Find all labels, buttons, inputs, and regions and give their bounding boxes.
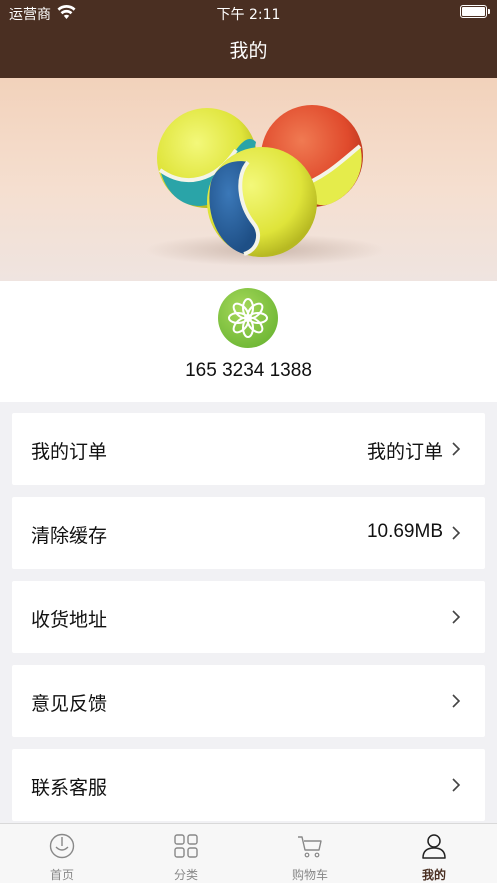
menu-item-orders[interactable]: 我的订单 我的订单 xyxy=(12,413,485,485)
menu-item-feedback[interactable]: 意见反馈 xyxy=(12,665,485,737)
tab-bar: 首页 分类 购物车 我的 xyxy=(0,823,497,883)
menu-item-label: 清除缓存 xyxy=(31,525,108,547)
tab-label: 分类 xyxy=(173,868,198,882)
page-title: 我的 xyxy=(229,40,268,62)
menu-item-customer-service[interactable]: 联系客服 xyxy=(12,749,485,821)
home-icon xyxy=(49,833,75,859)
menu-item-value: 我的订单 xyxy=(366,441,443,463)
tab-cart[interactable]: 购物车 xyxy=(248,824,372,883)
status-bar: 运营商 下午 2:11 xyxy=(0,0,497,26)
avatar[interactable] xyxy=(218,288,278,348)
status-time: 下午 2:11 xyxy=(216,7,281,23)
menu-item-address[interactable]: 收货地址 xyxy=(12,581,485,653)
menu-item-label: 意见反馈 xyxy=(31,693,108,715)
tab-category[interactable]: 分类 xyxy=(124,824,248,883)
user-icon xyxy=(422,834,446,859)
profile-section: 165 3234 1388 xyxy=(0,281,497,402)
cart-icon xyxy=(298,836,322,858)
tab-label: 购物车 xyxy=(291,868,328,882)
flower-logo-icon xyxy=(228,298,268,338)
menu-item-label: 我的订单 xyxy=(31,441,108,463)
chevron-right-icon xyxy=(452,442,461,456)
banner-image xyxy=(0,78,497,281)
grid-icon xyxy=(174,834,198,858)
cache-size-value: 10.69MB xyxy=(366,521,443,542)
chevron-right-icon xyxy=(452,778,461,792)
battery-icon xyxy=(460,5,490,18)
chevron-right-icon xyxy=(452,526,461,540)
header: 运营商 下午 2:11 我的 xyxy=(0,0,497,78)
tab-home[interactable]: 首页 xyxy=(0,824,124,883)
menu-item-clear-cache[interactable]: 清除缓存 10.69MB xyxy=(12,497,485,569)
phone-number: 165 3234 1388 xyxy=(185,360,312,381)
tab-mine[interactable]: 我的 xyxy=(372,824,496,883)
chevron-right-icon xyxy=(452,610,461,624)
menu-item-label: 联系客服 xyxy=(31,777,108,799)
tennis-balls-illustration xyxy=(145,105,385,266)
tab-label: 首页 xyxy=(49,868,74,882)
chevron-right-icon xyxy=(452,694,461,708)
menu-item-label: 收货地址 xyxy=(31,609,108,631)
tab-label: 我的 xyxy=(421,868,446,882)
